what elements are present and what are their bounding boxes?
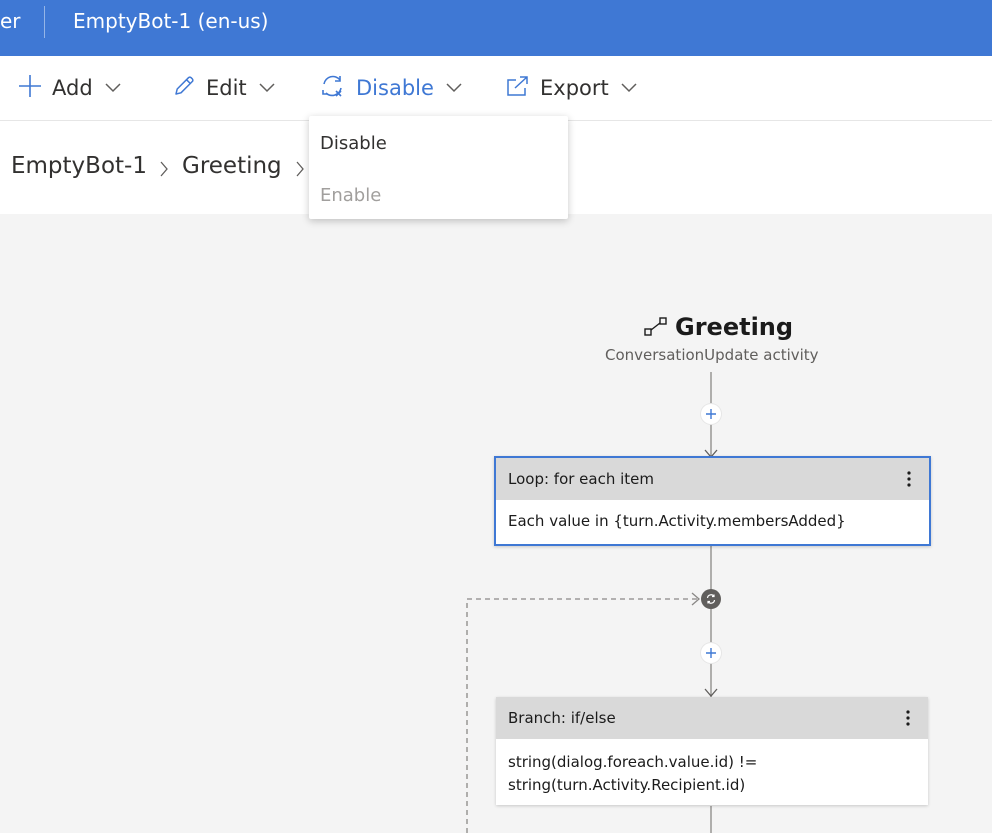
menu-item-enable: Enable bbox=[320, 185, 382, 206]
condition-line-1: string(dialog.foreach.value.id) != bbox=[508, 753, 758, 771]
loop-card[interactable]: Loop: for each item Each value in {turn.… bbox=[494, 456, 931, 546]
card-header: Loop: for each item bbox=[496, 458, 929, 500]
trigger-name: Greeting bbox=[675, 313, 794, 341]
more-vertical-icon[interactable] bbox=[898, 707, 918, 729]
card-body: string(dialog.foreach.value.id) != strin… bbox=[496, 739, 928, 809]
loop-node[interactable] bbox=[701, 589, 721, 609]
plus-icon bbox=[706, 648, 716, 658]
add-step-button[interactable] bbox=[701, 643, 721, 663]
card-title: Loop: for each item bbox=[508, 470, 655, 488]
trigger-icon bbox=[643, 316, 669, 338]
condition-line-2: string(turn.Activity.Recipient.id) bbox=[508, 776, 746, 794]
card-title: Branch: if/else bbox=[508, 709, 616, 727]
loop-icon bbox=[706, 594, 716, 604]
plus-icon bbox=[706, 409, 716, 419]
trigger-title[interactable]: Greeting bbox=[643, 313, 793, 341]
add-step-button[interactable] bbox=[701, 404, 721, 424]
card-header: Branch: if/else bbox=[496, 697, 928, 739]
more-vertical-icon[interactable] bbox=[899, 468, 919, 490]
menu-item-disable[interactable]: Disable bbox=[320, 133, 387, 154]
disable-dropdown-menu: Disable Enable bbox=[309, 116, 568, 219]
card-body: Each value in {turn.Activity.membersAdde… bbox=[508, 512, 846, 530]
branch-card[interactable]: Branch: if/else string(dialog.foreach.va… bbox=[496, 697, 928, 805]
trigger-subtitle: ConversationUpdate activity bbox=[605, 346, 819, 364]
